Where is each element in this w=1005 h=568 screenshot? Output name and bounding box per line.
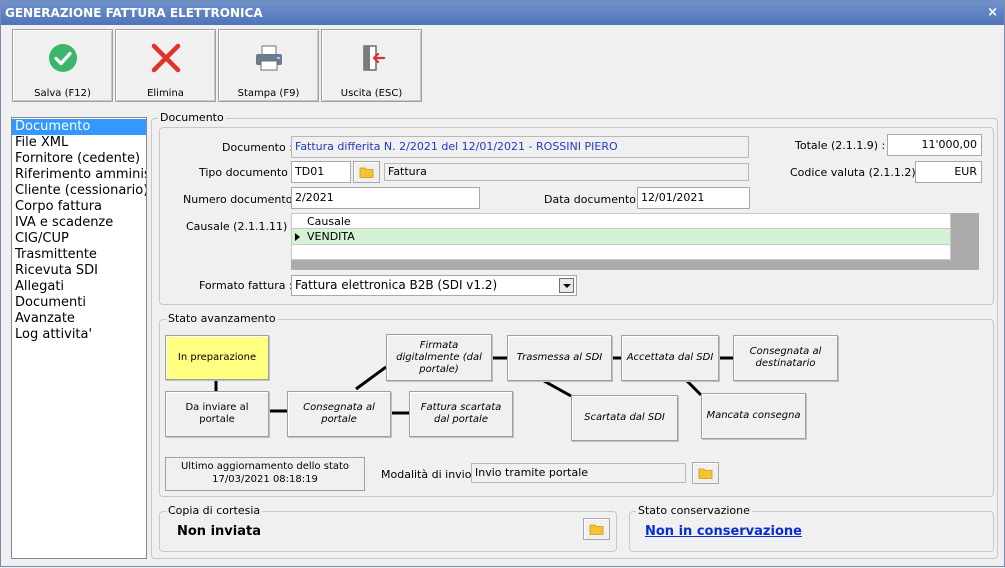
- ultimo-aggiornamento-label: Ultimo aggiornamento dello stato: [180, 461, 350, 472]
- state-scartata-portale[interactable]: Fattura scartata dal portale: [409, 391, 513, 437]
- state-trasmessa-sdi[interactable]: Trasmessa al SDI: [507, 335, 612, 381]
- state-accettata-sdi[interactable]: Accettata dal SDI: [621, 335, 719, 381]
- modalita-invio-field: Invio tramite portale: [471, 463, 686, 483]
- folder-icon: [589, 524, 604, 535]
- ultimo-aggiornamento-value: 17/03/2021 08:18:19: [212, 474, 318, 485]
- state-scartata-sdi[interactable]: Scartata dal SDI: [571, 395, 678, 441]
- copia-cortesia-label: Copia di cortesia: [166, 504, 263, 517]
- modalita-invio-label: Modalità di invio :: [381, 468, 479, 481]
- stato-conservazione-label: Stato conservazione: [636, 504, 752, 517]
- state-firmata-digitalmente[interactable]: Firmata digitalmente (dal portale): [386, 334, 492, 381]
- modalita-invio-picker-button[interactable]: [692, 462, 719, 484]
- state-da-inviare[interactable]: Da inviare al portale: [165, 391, 269, 437]
- state-consegnata-destinatario[interactable]: Consegnata al destinatario: [733, 335, 838, 381]
- state-mancata-consegna[interactable]: Mancata consegna: [701, 393, 806, 439]
- ultimo-aggiornamento-box: Ultimo aggiornamento dello stato 17/03/2…: [165, 457, 365, 491]
- conservazione-link[interactable]: Non in conservazione: [645, 524, 802, 539]
- state-consegnata-portale[interactable]: Consegnata al portale: [287, 391, 391, 437]
- copia-cortesia-button[interactable]: [583, 518, 610, 540]
- copia-cortesia-value: Non inviata: [177, 524, 261, 539]
- state-in-preparazione[interactable]: In preparazione: [165, 335, 269, 380]
- invoice-window: GENERAZIONE FATTURA ELETTRONICA × Salva …: [0, 0, 1005, 567]
- folder-icon: [698, 468, 713, 479]
